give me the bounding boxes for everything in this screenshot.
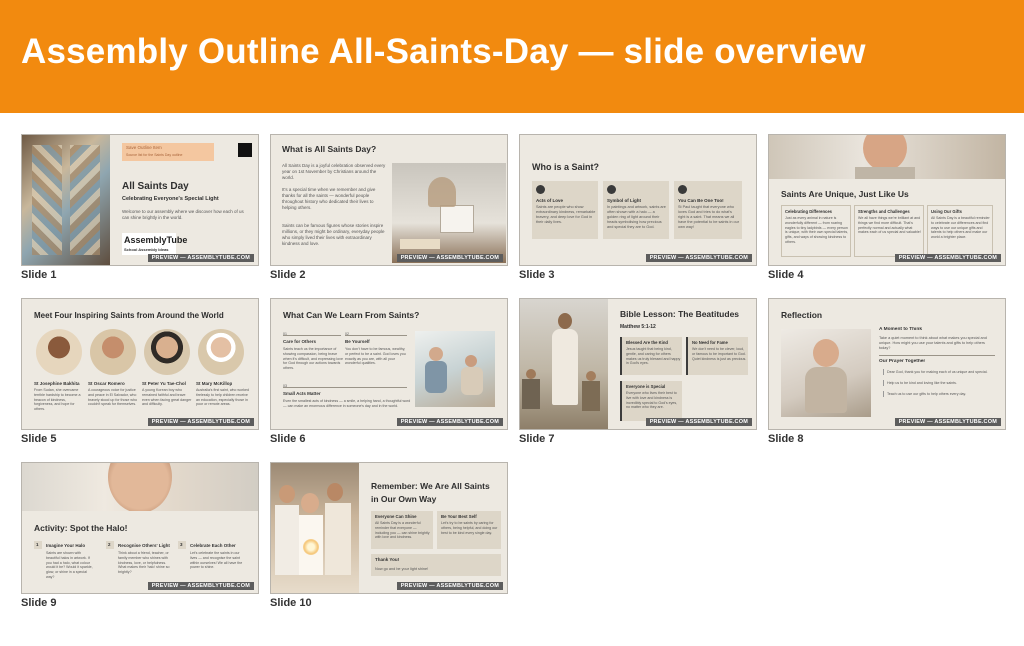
- saint-card-acts-of-love: Acts of Love Saints are people who show …: [532, 181, 598, 239]
- preview-badge: PREVIEW — ASSEMBLYTUBE.COM: [894, 254, 1001, 262]
- slide-1-title: All Saints Day: [122, 181, 189, 192]
- slide-thumbnail-6[interactable]: What Can We Learn From Saints? 01 Care f…: [270, 298, 508, 430]
- beatitude-no-need-for-fame: No Need for Fame We don't need to be cle…: [686, 337, 748, 375]
- preview-badge: PREVIEW — ASSEMBLYTUBE.COM: [147, 254, 254, 262]
- thank-you-box: Thank You! Now go and be your light shin…: [371, 554, 501, 576]
- remember-be-your-best-self: Be Your Best Self Let's try to be saints…: [437, 511, 501, 549]
- slide-caption-6: Slide 6: [270, 433, 306, 445]
- preview-badge: PREVIEW — ASSEMBLYTUBE.COM: [396, 254, 503, 262]
- beatitude-blessed-are-the-kind: Blessed Are the Kind Jesus taught that b…: [620, 337, 682, 375]
- glowing-light-icon: [303, 539, 319, 555]
- preview-badge: PREVIEW — ASSEMBLYTUBE.COM: [645, 418, 752, 426]
- slide-1-subtitle: Celebrating Everyone's Special Light: [122, 196, 219, 202]
- halo-face-image: [22, 463, 258, 511]
- slide-9-title: Activity: Spot the Halo!: [34, 523, 128, 533]
- slide-thumbnail-10[interactable]: Remember: We Are All Saints in Our Own W…: [270, 462, 508, 594]
- children-helping-image: [415, 331, 495, 407]
- jesus-teaching-image: [520, 299, 608, 429]
- slide-3-title: Who is a Saint?: [532, 162, 600, 172]
- child-praying-image: [781, 329, 871, 417]
- slide-10-title-line-2: in Our Own Way: [371, 494, 437, 504]
- slide-8-title: Reflection: [781, 310, 823, 320]
- slide-2-title: What is All Saints Day?: [282, 144, 377, 154]
- slide-caption-3: Slide 3: [519, 269, 555, 281]
- header-banner: Assembly Outline All-Saints-Day — slide …: [0, 0, 1024, 113]
- saint-card-you-can-be-one: You Can Be One Too! St Paul taught that …: [674, 181, 742, 239]
- slide-thumbnail-5[interactable]: Meet Four Inspiring Saints from Around t…: [21, 298, 259, 430]
- slide-caption-10: Slide 10: [270, 597, 312, 609]
- slide-10-title-line-1: Remember: We Are All Saints: [371, 481, 490, 491]
- saint-portrait-josephine-bakhita: [36, 329, 82, 375]
- preview-badge: PREVIEW — ASSEMBLYTUBE.COM: [894, 418, 1001, 426]
- slide-thumbnail-1[interactable]: Save Outline Item Source list for the Sa…: [21, 134, 259, 266]
- slide-caption-2: Slide 2: [270, 269, 306, 281]
- slide-thumbnail-7[interactable]: Bible Lesson: The Beatitudes Matthew 5:1…: [519, 298, 757, 430]
- saint-portrait-mary-mckillop: [198, 329, 244, 375]
- preview-badge: PREVIEW — ASSEMBLYTUBE.COM: [147, 418, 254, 426]
- slide-caption-1: Slide 1: [21, 269, 57, 281]
- slide-thumbnail-9[interactable]: Activity: Spot the Halo! 1 Imagine Your …: [21, 462, 259, 594]
- preview-badge: PREVIEW — ASSEMBLYTUBE.COM: [396, 418, 503, 426]
- assemblytube-logo: AssemblyTube School Assembly Ideas: [122, 233, 187, 255]
- slide-7-title: Bible Lesson: The Beatitudes: [620, 309, 740, 319]
- slide-caption-9: Slide 9: [21, 597, 57, 609]
- children-group-image: [271, 463, 359, 593]
- heart-icon: [536, 185, 545, 194]
- unique-card-celebrating-differences: Celebrating Differences Just as every an…: [781, 205, 851, 257]
- praying-child-image: [769, 135, 1005, 179]
- unique-card-using-our-gifts: Using Our Gifts All Saints Day is a beau…: [927, 205, 993, 257]
- slide-thumbnail-8[interactable]: Reflection A Moment to Think Take a quie…: [768, 298, 1006, 430]
- slide-caption-4: Slide 4: [768, 269, 804, 281]
- beatitude-everyone-is-special: Everyone is Special Everyone who lives t…: [620, 381, 682, 421]
- black-square-icon: [238, 143, 252, 157]
- saint-portrait-oscar-romero: [90, 329, 136, 375]
- stained-glass-window-image: [22, 135, 110, 265]
- calendar-and-leaves-image: [392, 163, 506, 263]
- person-icon: [678, 185, 687, 194]
- slide-5-title: Meet Four Inspiring Saints from Around t…: [34, 311, 224, 320]
- preview-badge: PREVIEW — ASSEMBLYTUBE.COM: [147, 582, 254, 590]
- slide-thumbnail-2[interactable]: What is All Saints Day? All Saints Day i…: [270, 134, 508, 266]
- slide-caption-8: Slide 8: [768, 433, 804, 445]
- slide-caption-5: Slide 5: [21, 433, 57, 445]
- slide-thumbnail-4[interactable]: Saints Are Unique, Just Like Us Celebrat…: [768, 134, 1006, 266]
- slide-4-title: Saints Are Unique, Just Like Us: [781, 189, 909, 199]
- sun-icon: [607, 185, 616, 194]
- saint-portrait-peter-yu-tae-chol: [144, 329, 190, 375]
- slide-6-title: What Can We Learn From Saints?: [283, 310, 420, 320]
- remember-everyone-can-shine: Everyone Can Shine All Saints Day is a w…: [371, 511, 433, 549]
- slide-thumbnail-3[interactable]: Who is a Saint? Acts of Love Saints are …: [519, 134, 757, 266]
- outline-tag-box: Save Outline Item Source list for the Sa…: [122, 143, 214, 161]
- saint-card-symbol-of-light: Symbol of Light In paintings and artwork…: [603, 181, 669, 239]
- page-title: Assembly Outline All-Saints-Day — slide …: [21, 32, 866, 71]
- slide-7-reference: Matthew 5:1-12: [620, 324, 656, 330]
- preview-badge: PREVIEW — ASSEMBLYTUBE.COM: [396, 582, 503, 590]
- preview-badge: PREVIEW — ASSEMBLYTUBE.COM: [645, 254, 752, 262]
- unique-card-strengths-and-challenges: Strengths and Challenges We all have thi…: [854, 205, 924, 257]
- slide-caption-7: Slide 7: [519, 433, 555, 445]
